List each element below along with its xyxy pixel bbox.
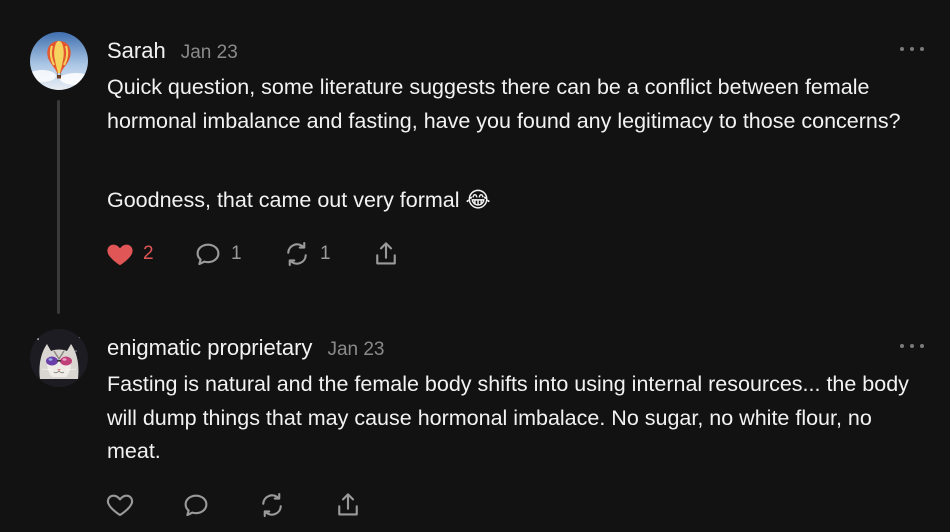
share-upload-icon — [376, 242, 396, 265]
comment-meta: Sarah Jan 23 — [107, 38, 238, 64]
heart-filled-icon — [107, 244, 133, 266]
avatar[interactable] — [30, 329, 88, 387]
share-button[interactable] — [333, 489, 363, 521]
thread-connector-line — [57, 100, 60, 314]
comment-text: Quick question, some literature suggests… — [107, 75, 901, 133]
share-button[interactable] — [371, 238, 401, 270]
like-button[interactable] — [105, 489, 143, 521]
reply-button[interactable] — [181, 489, 219, 521]
reply-button[interactable]: 1 — [193, 238, 242, 270]
comment-date[interactable]: Jan 23 — [181, 42, 238, 64]
avatar[interactable] — [30, 32, 88, 90]
restack-count: 1 — [320, 243, 331, 264]
restack-button[interactable] — [257, 489, 295, 521]
like-count: 2 — [143, 243, 154, 264]
restack-arrows-icon — [287, 241, 307, 267]
more-options-button[interactable] — [900, 44, 924, 54]
heart-outline-icon — [106, 494, 134, 517]
more-dots-icon — [900, 47, 904, 51]
more-options-button[interactable] — [900, 341, 924, 351]
like-button[interactable]: 2 — [105, 238, 154, 270]
author-name[interactable]: Sarah — [107, 38, 166, 64]
share-upload-icon — [338, 493, 358, 516]
speech-bubble-icon — [196, 243, 220, 266]
speech-bubble-icon — [184, 494, 208, 517]
cat-with-sunglasses-icon — [30, 329, 88, 387]
comment-text: Goodness, that came out very formal 😂 — [107, 188, 491, 212]
comment-thread: Sarah Jan 23 Quick question, some litera… — [0, 0, 950, 532]
comment-text: Fasting is natural and the female body s… — [107, 372, 909, 463]
restack-button[interactable]: 1 — [282, 238, 331, 270]
author-name[interactable]: enigmatic proprietary — [107, 335, 312, 361]
more-dots-icon — [900, 344, 904, 348]
restack-arrows-icon — [262, 492, 282, 518]
hot-air-balloon-icon — [30, 32, 88, 90]
comment-meta: enigmatic proprietary Jan 23 — [107, 335, 384, 361]
reply-count: 1 — [231, 243, 242, 264]
comment-date[interactable]: Jan 23 — [327, 339, 384, 361]
